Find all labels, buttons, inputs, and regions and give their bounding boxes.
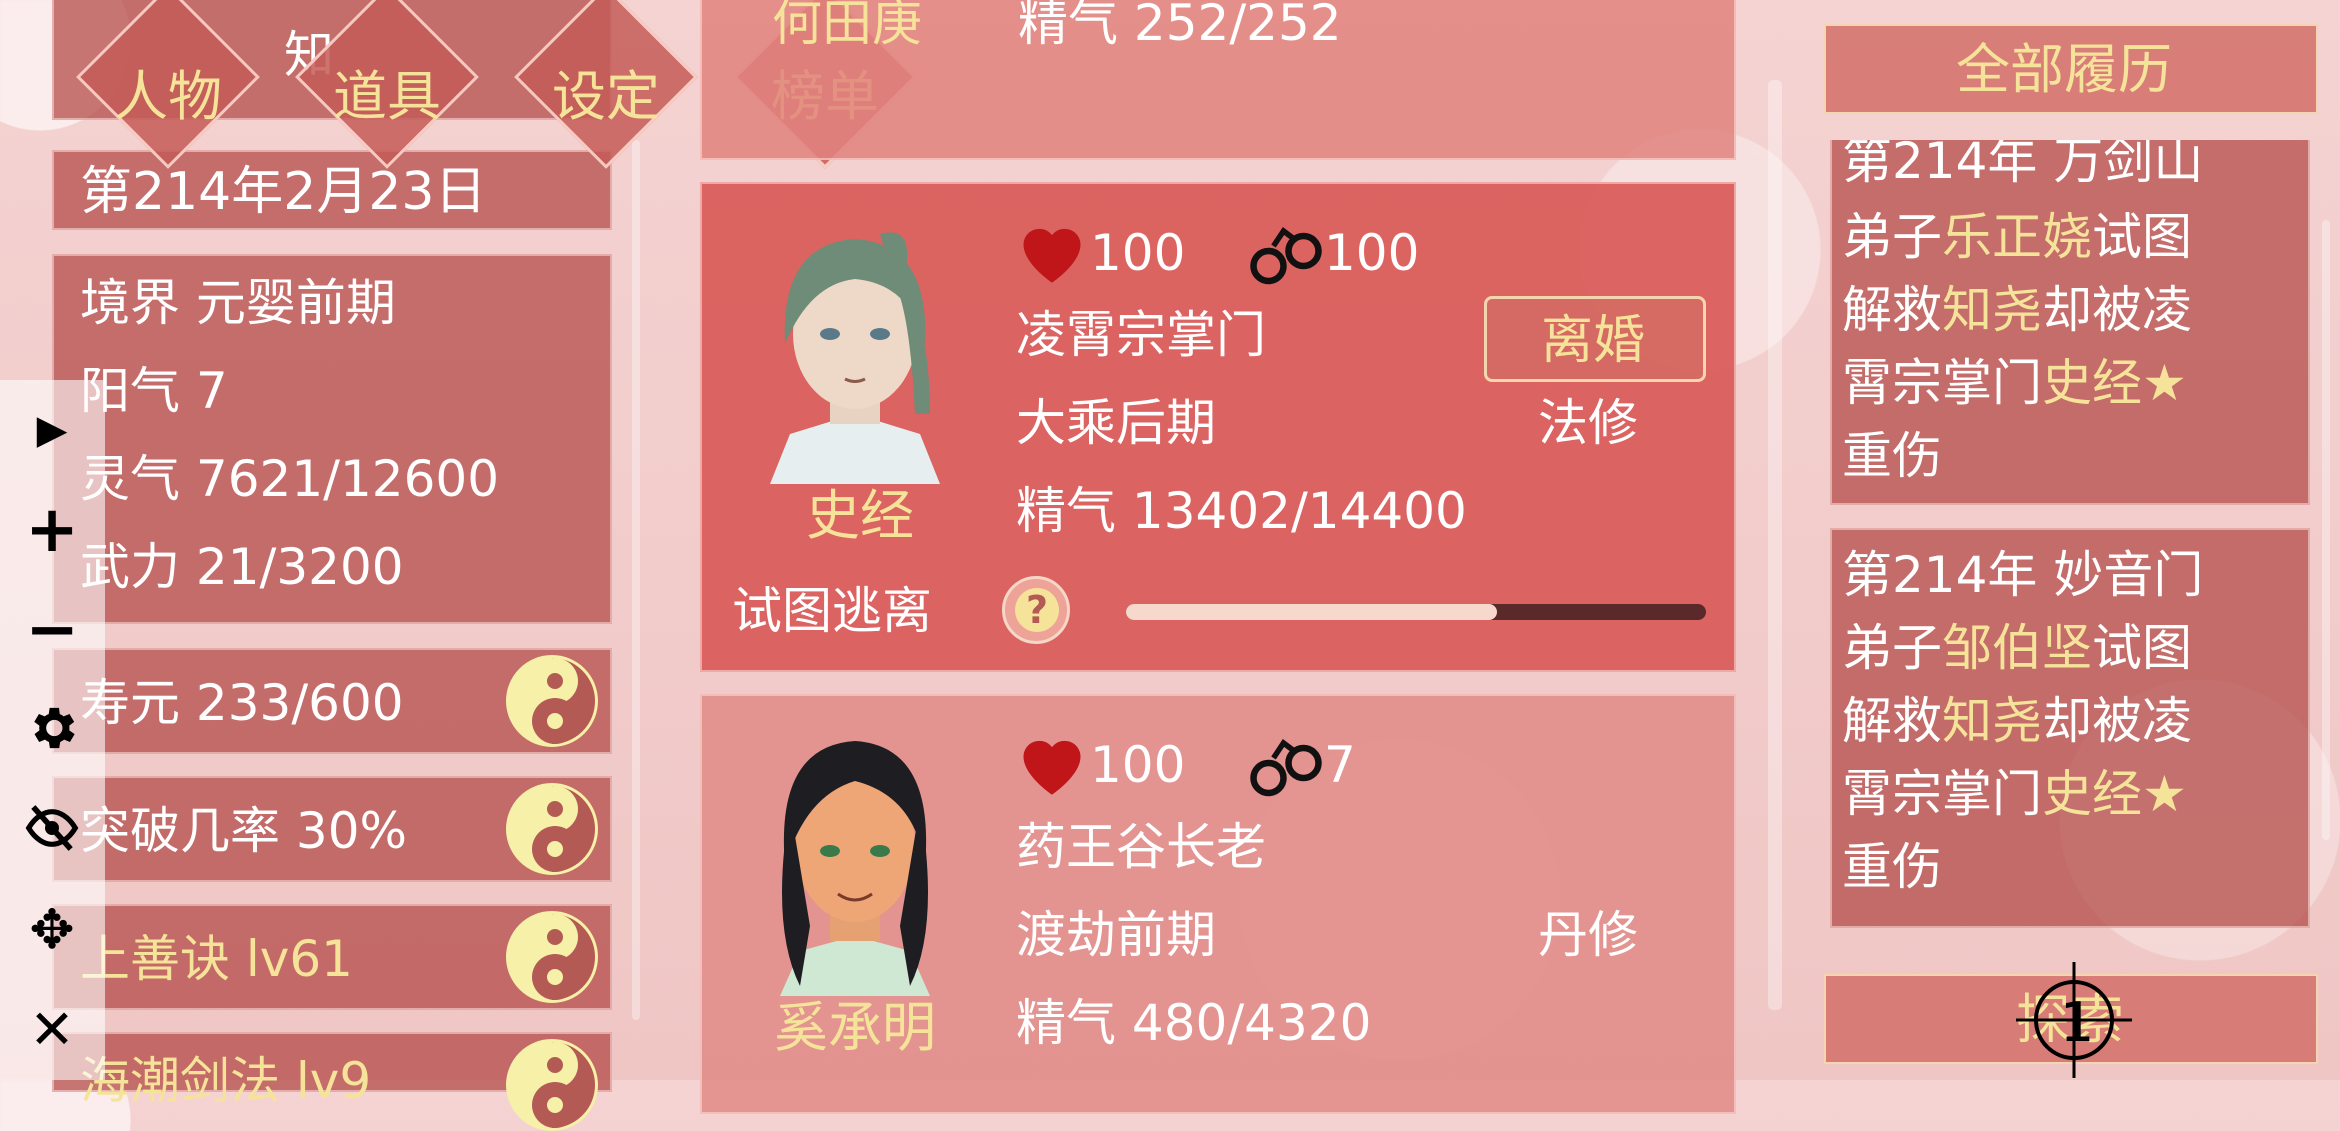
history-line: 弟子邹伯坚试图 bbox=[1842, 619, 2192, 677]
character-school: 法修 bbox=[1538, 394, 1638, 452]
skill-label-1: 上善诀 lv61 bbox=[80, 930, 353, 988]
prev-character-card[interactable]: 何田庚 精气 252/252 bbox=[700, 0, 1736, 160]
help-glyph: ? bbox=[1015, 588, 1059, 632]
restraint-value: 7 bbox=[1324, 736, 1356, 794]
yinyang-icon[interactable] bbox=[506, 1039, 598, 1131]
crosshair-badge: 1 bbox=[2060, 991, 2095, 1054]
close-icon[interactable]: ✕ bbox=[22, 1000, 82, 1060]
help-icon[interactable]: ? bbox=[1002, 576, 1070, 644]
history-line: 霄宗掌门史经★ bbox=[1842, 765, 2187, 823]
escape-progress-fill bbox=[1126, 604, 1498, 620]
character-title: 凌霄宗掌门 bbox=[1016, 306, 1266, 364]
affection-value: 100 bbox=[1090, 224, 1186, 282]
zoom-in-icon[interactable]: + bbox=[22, 498, 82, 562]
skill-label-2: 海潮剑法 lv9 bbox=[80, 1052, 372, 1110]
yinyang-icon[interactable] bbox=[506, 655, 598, 747]
escape-label: 试图逃离 bbox=[732, 582, 932, 640]
nav-character-label: 人物 bbox=[114, 65, 222, 128]
character-school: 丹修 bbox=[1538, 906, 1638, 964]
prev-card-stat: 精气 252/252 bbox=[1018, 0, 1342, 52]
date-panel: 第214年2月23日 bbox=[52, 150, 612, 230]
character-card[interactable]: 史经 100 100 凌霄宗掌门 离婚 大乘后期 法修 精气 13402/144… bbox=[700, 182, 1736, 672]
history-header-label: 全部履历 bbox=[1956, 38, 2172, 101]
history-scrollbar[interactable] bbox=[2322, 220, 2330, 840]
heart-icon bbox=[1023, 740, 1081, 795]
gear-icon[interactable] bbox=[22, 700, 82, 760]
character-realm: 渡劫前期 bbox=[1016, 906, 1216, 964]
history-line: 解救知尧却被凌 bbox=[1842, 281, 2192, 339]
nav-items-label: 道具 bbox=[333, 65, 441, 128]
restraint-value: 100 bbox=[1324, 224, 1420, 282]
handcuffs-icon bbox=[1250, 227, 1322, 285]
history-entry: 第214年 万剑山 弟子乐正娆试图 解救知尧却被凌 霄宗掌门史经★ 重伤 bbox=[1830, 140, 2310, 505]
skill-row-2[interactable]: 海潮剑法 lv9 bbox=[52, 1032, 612, 1131]
nav-settings-label: 设定 bbox=[552, 65, 660, 128]
left-scrollbar[interactable] bbox=[632, 140, 640, 1020]
character-vigor: 精气 480/4320 bbox=[1016, 994, 1372, 1052]
history-line: 弟子乐正娆试图 bbox=[1842, 208, 2192, 266]
character-title: 药王谷长老 bbox=[1016, 818, 1266, 876]
breakthrough-label: 突破几率 30% bbox=[80, 802, 408, 860]
yinyang-icon[interactable] bbox=[506, 911, 598, 1003]
lifespan-row[interactable]: 寿元 233/600 bbox=[52, 648, 612, 754]
move-icon[interactable]: ✥ bbox=[22, 900, 82, 960]
character-portrait bbox=[770, 232, 940, 484]
character-realm: 大乘后期 bbox=[1016, 394, 1216, 452]
character-card[interactable]: 奚承明 100 7 药王谷长老 渡劫前期 丹修 精气 480/4320 bbox=[700, 694, 1736, 1114]
breakthrough-row[interactable]: 突破几率 30% bbox=[52, 776, 612, 882]
spirit-label: 灵气 7621/12600 bbox=[80, 450, 500, 508]
date-label: 第214年2月23日 bbox=[80, 162, 487, 222]
realm-label: 境界 元婴前期 bbox=[80, 274, 396, 332]
zoom-out-icon[interactable]: − bbox=[22, 598, 82, 662]
history-line: 第214年 万剑山 bbox=[1842, 140, 2204, 190]
history-line: 第214年 妙音门 bbox=[1842, 546, 2204, 604]
divorce-button[interactable]: 离婚 bbox=[1484, 296, 1706, 382]
history-header-button[interactable]: 全部履历 bbox=[1824, 24, 2318, 114]
handcuffs-icon bbox=[1250, 739, 1322, 797]
character-portrait bbox=[780, 741, 930, 996]
history-entry: 第214年 妙音门 弟子邹伯坚试图 解救知尧却被凌 霄宗掌门史经★ 重伤 bbox=[1830, 528, 2310, 928]
lifespan-label: 寿元 233/600 bbox=[80, 674, 404, 732]
character-name: 史经 bbox=[806, 484, 914, 547]
history-line: 霄宗掌门史经★ bbox=[1842, 354, 2187, 412]
history-list[interactable]: 第214年 万剑山 弟子乐正娆试图 解救知尧却被凌 霄宗掌门史经★ 重伤 第21… bbox=[1826, 140, 2316, 940]
yinyang-icon[interactable] bbox=[506, 783, 598, 875]
prev-card-name: 何田庚 bbox=[772, 0, 922, 52]
escape-progress-bar bbox=[1126, 604, 1706, 620]
history-line: 重伤 bbox=[1842, 838, 1942, 896]
history-line: 重伤 bbox=[1842, 427, 1942, 485]
force-label: 武力 21/3200 bbox=[80, 538, 404, 596]
eye-hidden-icon[interactable] bbox=[22, 800, 82, 860]
character-vigor: 精气 13402/14400 bbox=[1016, 482, 1467, 540]
affection-value: 100 bbox=[1090, 736, 1186, 794]
play-icon[interactable]: ▶ bbox=[22, 400, 82, 460]
crosshair-icon[interactable]: 1 bbox=[2012, 958, 2136, 1082]
character-name: 奚承明 bbox=[774, 996, 936, 1059]
middle-scrollbar[interactable] bbox=[1768, 80, 1782, 1010]
history-line: 解救知尧却被凌 bbox=[1842, 692, 2192, 750]
heart-icon bbox=[1023, 228, 1081, 283]
stats-panel: 境界 元婴前期 阳气 7 灵气 7621/12600 武力 21/3200 bbox=[52, 254, 612, 624]
divorce-label: 离婚 bbox=[1541, 311, 1646, 371]
skill-row-1[interactable]: 上善诀 lv61 bbox=[52, 904, 612, 1010]
